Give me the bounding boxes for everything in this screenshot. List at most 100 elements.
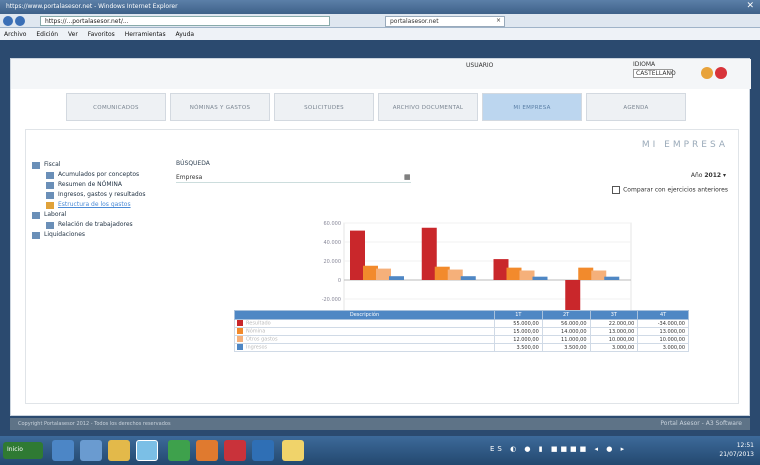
- table-header-cell: 4T: [637, 310, 689, 320]
- folder-icon: [32, 212, 40, 219]
- sidebar-group-laboral[interactable]: Laboral: [30, 210, 180, 220]
- compare-checkbox[interactable]: Comparar con ejercicios anteriores: [612, 186, 728, 194]
- app-header: USUARIO IDIOMA CASTELLANO: [11, 59, 751, 89]
- menu-item[interactable]: Herramientas: [125, 31, 166, 38]
- bar: [532, 276, 548, 280]
- forward-icon[interactable]: [15, 16, 25, 26]
- system-tray[interactable]: ES ◐ ● ▮ ■■■■ ◂ ● ▸: [490, 445, 627, 453]
- bar: [578, 267, 594, 280]
- legend-swatch: [237, 320, 243, 327]
- page-title: MI EMPRESA: [641, 140, 728, 150]
- back-icon[interactable]: [3, 16, 13, 26]
- y-tick-label: 0: [338, 278, 341, 284]
- menu-item[interactable]: Ver: [68, 31, 78, 38]
- language-select[interactable]: CASTELLANO: [633, 69, 676, 78]
- tab-archivo-documental[interactable]: ARCHIVO DOCUMENTAL: [378, 93, 478, 121]
- browser-tab[interactable]: portalasesor.net ×: [385, 16, 505, 27]
- sidebar: Fiscal Acumulados por conceptos Resumen …: [30, 160, 180, 240]
- tab-nominas-gastos[interactable]: NÓMINAS Y GASTOS: [170, 93, 270, 121]
- app-window: USUARIO IDIOMA CASTELLANO COMUNICADOS NÓ…: [10, 58, 751, 416]
- empresa-label: Empresa: [176, 174, 203, 181]
- tab-comunicados[interactable]: COMUNICADOS: [66, 93, 166, 121]
- user-label: USUARIO: [466, 62, 494, 69]
- sidebar-item[interactable]: Acumulados por conceptos: [30, 170, 180, 180]
- compare-label: Comparar con ejercicios anteriores: [623, 186, 728, 194]
- tab-mi-empresa[interactable]: MI EMPRESA: [482, 93, 582, 121]
- tab-solicitudes[interactable]: SOLICITUDES: [274, 93, 374, 121]
- table-cell: 10.000,00: [637, 335, 689, 344]
- people-icon: [46, 222, 54, 229]
- bar: [421, 227, 437, 280]
- legend-swatch: [237, 328, 243, 335]
- table-cell: 13.000,00: [589, 327, 639, 336]
- search-label: BÚSQUEDA: [176, 160, 210, 167]
- bar: [604, 276, 620, 280]
- menu-item[interactable]: Ayuda: [176, 31, 195, 38]
- window-close-icon[interactable]: ✕: [746, 1, 754, 11]
- start-button[interactable]: Inicio: [3, 442, 43, 459]
- sidebar-item[interactable]: Resumen de NÓMINA: [30, 180, 180, 190]
- header-icons: [701, 67, 729, 81]
- y-tick-label: -20.000: [322, 297, 341, 303]
- logout-icon[interactable]: [715, 67, 727, 79]
- table-row: Ingresos 3.500,00 3.500,00 3.000,00 3.000,00: [234, 343, 689, 352]
- legend-swatch: [237, 344, 243, 351]
- menu-item[interactable]: Archivo: [4, 31, 26, 38]
- clock[interactable]: 12:51 21/07/2013: [719, 441, 754, 459]
- bar-chart: 60.00040.00020.0000-20.000-40.000: [322, 221, 632, 322]
- data-table: Descripción 1T 2T 3T 4T Resultado 55.000,00 56…: [234, 310, 689, 352]
- table-cell: -34.000,00: [637, 319, 689, 328]
- url-field[interactable]: https://...portalasesor.net/...: [40, 16, 330, 26]
- table-row: Nómina 15.000,00 14.000,00 13.000,00 13.000,…: [234, 327, 689, 336]
- table-cell: Resultado: [234, 319, 495, 328]
- tab-agenda[interactable]: AGENDA: [586, 93, 686, 121]
- bar: [565, 280, 581, 312]
- menu-item[interactable]: Favoritos: [88, 31, 115, 38]
- bar: [506, 267, 522, 280]
- sidebar-item[interactable]: Liquidaciones: [30, 230, 180, 240]
- lookup-icon[interactable]: ▦: [404, 173, 411, 181]
- taskbar-app-icon[interactable]: [108, 440, 130, 461]
- checkbox-icon[interactable]: [612, 186, 621, 194]
- footer-copyright: Copyright Portalasesor 2012 - Todos los …: [18, 421, 171, 427]
- footer-brand: Portal Asesor - A3 Software: [660, 420, 742, 427]
- legend-swatch: [237, 336, 243, 343]
- app-footer: Copyright Portalasesor 2012 - Todos los …: [10, 418, 750, 430]
- chart-icon: [46, 202, 54, 209]
- tab-close-icon[interactable]: ×: [496, 17, 501, 24]
- sidebar-item[interactable]: Relación de trabajadores: [30, 220, 180, 230]
- help-icon[interactable]: [701, 67, 713, 79]
- sidebar-item[interactable]: Ingresos, gastos y resultados: [30, 190, 180, 200]
- taskbar-app-icon[interactable]: [224, 440, 246, 461]
- bar: [350, 230, 365, 280]
- taskbar-app-icon[interactable]: [52, 440, 74, 461]
- bar: [363, 265, 378, 280]
- taskbar-folder-icon[interactable]: [282, 440, 304, 461]
- taskbar-ie-icon[interactable]: [136, 440, 158, 461]
- address-bar: https://...portalasesor.net/... portalas…: [0, 14, 760, 28]
- empresa-field[interactable]: Empresa ▦: [176, 172, 411, 183]
- sidebar-group-fiscal[interactable]: Fiscal: [30, 160, 180, 170]
- table-cell: 3.000,00: [637, 343, 689, 352]
- table-cell: 13.000,00: [637, 327, 689, 336]
- search-block: BÚSQUEDA Empresa ▦: [176, 160, 411, 183]
- table-header-cell: 3T: [589, 310, 639, 320]
- bar: [519, 270, 535, 280]
- taskbar-app-icon[interactable]: [252, 440, 274, 461]
- year-select[interactable]: Año 2012 ▾: [691, 172, 726, 179]
- table-cell: 55.000,00: [494, 319, 543, 328]
- sidebar-item-active[interactable]: Estructura de los gastos: [30, 200, 180, 210]
- document-icon: [46, 182, 54, 189]
- taskbar: Inicio ES ◐ ● ▮ ■■■■ ◂ ● ▸ 12:51 21/07/2…: [0, 436, 760, 465]
- table-body: Resultado 55.000,00 56.000,00 22.000,00 -34.…: [234, 319, 689, 352]
- table-cell: Otros gastos: [234, 335, 495, 344]
- taskbar-app-icon[interactable]: [168, 440, 190, 461]
- menu-item[interactable]: Edición: [36, 31, 58, 38]
- taskbar-app-icon[interactable]: [80, 440, 102, 461]
- document-icon: [46, 172, 54, 179]
- bar: [493, 259, 509, 280]
- table-header-cell: 2T: [541, 310, 591, 320]
- table-cell: 15.000,00: [494, 327, 543, 336]
- table-header-cell: Descripción: [234, 310, 495, 320]
- taskbar-app-icon[interactable]: [196, 440, 218, 461]
